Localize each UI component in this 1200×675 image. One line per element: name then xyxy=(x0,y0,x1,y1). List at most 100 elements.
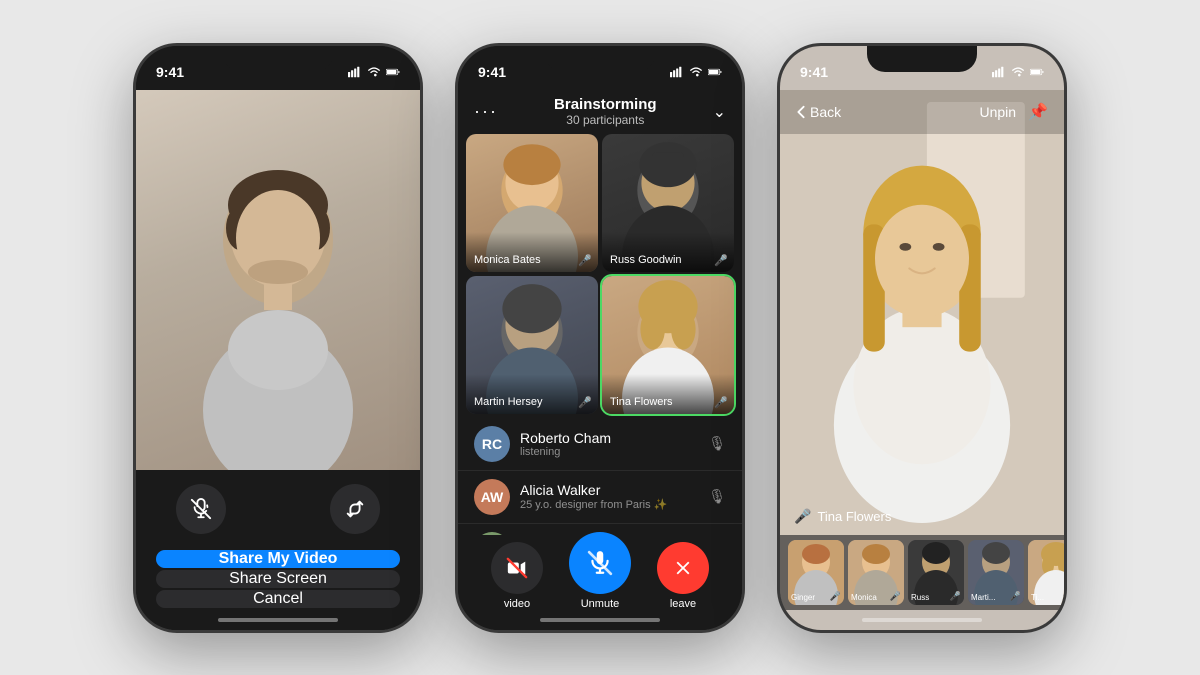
signal-icon xyxy=(348,65,362,79)
notch-1 xyxy=(223,46,333,72)
video-action[interactable]: video xyxy=(491,542,543,610)
video-label: video xyxy=(504,598,530,610)
main-video-tina xyxy=(780,90,1064,535)
mic-button[interactable] xyxy=(176,484,226,534)
unmute-action[interactable]: Unmute xyxy=(569,532,631,610)
battery-icon-3 xyxy=(1030,65,1044,79)
thumb-mic-ginger: 🎤 xyxy=(830,591,841,602)
mute-icon xyxy=(587,550,613,576)
thumb-monica[interactable]: Monica 🎤 xyxy=(848,540,904,605)
back-label: Back xyxy=(810,104,841,120)
home-indicator-2 xyxy=(540,618,660,622)
tile-name-russ: Russ Goodwin xyxy=(610,254,682,266)
meeting-header: ··· Brainstorming 30 participants ⌄ xyxy=(458,90,742,134)
notch-2 xyxy=(545,46,655,72)
status-icons-3 xyxy=(992,65,1044,79)
time-2: 9:41 xyxy=(478,64,506,80)
phone2-screen: 9:41 ··· Brainstorming 30 participants ⌄ xyxy=(458,46,742,630)
home-indicator-3 xyxy=(862,618,982,622)
thumb-mic-russ: 🎤 xyxy=(950,591,961,602)
participant-info-alicia: Alicia Walker 25 y.o. designer from Pari… xyxy=(520,482,698,511)
chevron-left-icon xyxy=(796,105,806,119)
notch-3 xyxy=(867,46,977,72)
wifi-icon-2 xyxy=(689,65,703,79)
chevron-down-icon[interactable]: ⌄ xyxy=(713,102,726,122)
thumb-russ[interactable]: Russ 🎤 xyxy=(908,540,964,605)
home-indicator-1 xyxy=(218,618,338,622)
thumb-mic-martin: 🎤 xyxy=(1010,591,1021,602)
more-options-button[interactable]: ··· xyxy=(474,101,498,122)
leave-button[interactable] xyxy=(657,542,709,594)
time-1: 9:41 xyxy=(156,64,184,80)
bottom-controls-1: Share My Video Share Screen Cancel xyxy=(136,470,420,630)
thumb-name-ginger: Ginger xyxy=(791,593,815,602)
phone-3: 9:41 Back Unpin 📌 xyxy=(777,43,1067,633)
thumbnail-strip: Ginger 🎤 Monica 🎤 xyxy=(780,535,1064,610)
avatar-roberto: RC xyxy=(474,426,510,462)
meeting-title: Brainstorming xyxy=(554,96,657,113)
header-right: Unpin 📌 xyxy=(979,102,1048,122)
signal-icon-2 xyxy=(670,65,684,79)
flip-camera-icon xyxy=(344,498,366,520)
thumb-martin[interactable]: Marti... 🎤 xyxy=(968,540,1024,605)
call-controls: video Unmute xyxy=(458,532,742,610)
phone-2: 9:41 ··· Brainstorming 30 participants ⌄ xyxy=(455,43,745,633)
phone3-header: Back Unpin 📌 xyxy=(780,90,1064,134)
wifi-icon xyxy=(367,65,381,79)
thumb-tina[interactable]: Ti... 🎤 xyxy=(1028,540,1067,605)
participant-roberto[interactable]: RC Roberto Cham listening 🎙 xyxy=(458,418,742,471)
mic-icon-alicia: 🎙 xyxy=(708,488,726,505)
mic-overlay-icon: 🎤 xyxy=(794,508,811,525)
battery-icon xyxy=(386,65,400,79)
participants-count: 30 participants xyxy=(554,113,657,127)
leave-icon xyxy=(672,557,694,579)
battery-icon-2 xyxy=(708,65,722,79)
phone3-screen: 9:41 Back Unpin 📌 xyxy=(780,46,1064,630)
video-toggle-button[interactable] xyxy=(491,542,543,594)
flip-camera-button[interactable] xyxy=(330,484,380,534)
share-screen-button[interactable]: Share Screen xyxy=(156,570,400,588)
mic-icon-roberto: 🎙 xyxy=(708,435,726,452)
face-bg xyxy=(136,90,420,470)
thumb-ginger[interactable]: Ginger 🎤 xyxy=(788,540,844,605)
mic-off-icon xyxy=(190,498,212,520)
participant-alicia[interactable]: AW Alicia Walker 25 y.o. designer from P… xyxy=(458,471,742,524)
camera-preview xyxy=(136,90,420,470)
tina-main-video xyxy=(780,90,1064,535)
time-3: 9:41 xyxy=(800,64,828,80)
tile-name-martin: Martin Hersey xyxy=(474,396,542,408)
leave-action[interactable]: leave xyxy=(657,542,709,610)
cancel-button[interactable]: Cancel xyxy=(156,590,400,608)
pin-icon[interactable]: 📌 xyxy=(1028,102,1048,122)
unmute-label: Unmute xyxy=(581,598,620,610)
unmute-button[interactable] xyxy=(569,532,631,594)
thumb-mic-monica: 🎤 xyxy=(890,591,901,602)
tile-name-monica: Monica Bates xyxy=(474,254,541,266)
status-icons-2 xyxy=(670,65,722,79)
tile-mic-monica: 🎤 xyxy=(578,254,592,267)
video-off-icon xyxy=(506,557,528,579)
icon-row xyxy=(156,484,400,534)
video-tile-tina[interactable]: Tina Flowers 🎤 xyxy=(602,276,734,414)
tile-mic-martin: 🎤 xyxy=(578,396,592,409)
thumb-name-russ: Russ xyxy=(911,593,929,602)
participants-list: RC Roberto Cham listening 🎙 AW Alicia Wa… xyxy=(458,418,742,535)
thumb-name-monica: Monica xyxy=(851,593,877,602)
thumb-name-tina: Ti... xyxy=(1031,593,1044,602)
speaker-name-overlay: 🎤 Tina Flowers xyxy=(794,508,891,525)
tile-name-tina: Tina Flowers xyxy=(610,396,673,408)
phone1-screen: 9:41 xyxy=(136,46,420,630)
back-button[interactable]: Back xyxy=(796,104,841,120)
video-tile-martin[interactable]: Martin Hersey 🎤 xyxy=(466,276,598,414)
share-video-button[interactable]: Share My Video xyxy=(156,550,400,568)
unpin-button[interactable]: Unpin xyxy=(979,104,1016,120)
video-grid: Monica Bates 🎤 Russ Goodwin 🎤 xyxy=(466,134,734,414)
speaker-name: Tina Flowers xyxy=(817,509,891,524)
tile-mic-tina: 🎤 xyxy=(714,396,728,409)
status-icons-1 xyxy=(348,65,400,79)
video-tile-monica[interactable]: Monica Bates 🎤 xyxy=(466,134,598,272)
video-tile-russ[interactable]: Russ Goodwin 🎤 xyxy=(602,134,734,272)
title-area: Brainstorming 30 participants xyxy=(554,96,657,127)
thumb-name-martin: Marti... xyxy=(971,593,995,602)
tile-mic-russ: 🎤 xyxy=(714,254,728,267)
